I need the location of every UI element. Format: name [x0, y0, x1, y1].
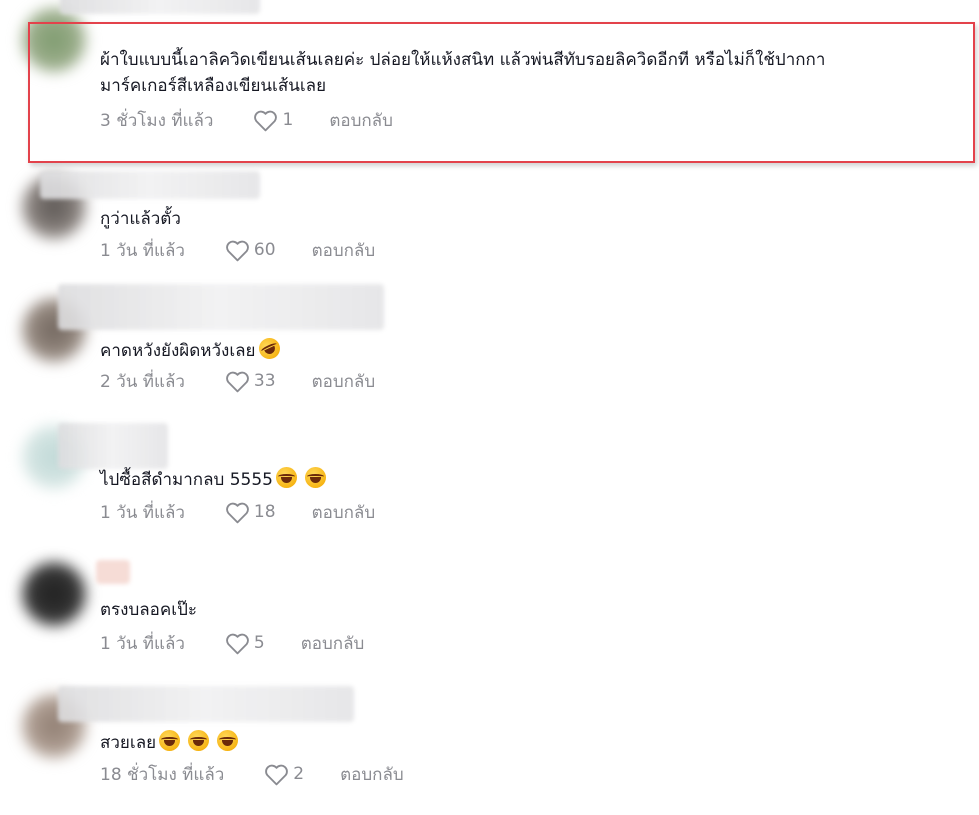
reply-button[interactable]: ตอบกลับ — [312, 368, 376, 395]
comment-meta: 2 วัน ที่แล้ว 33 ตอบกลับ — [100, 368, 375, 394]
like-count: 18 — [253, 502, 276, 522]
comment-text: กูว่าแล้วตั้ว — [100, 209, 181, 229]
comment-text: ตรงบลอคเป๊ะ — [100, 600, 197, 620]
comment-text-content: ไปซื้อสีดำมากลบ 5555 — [100, 470, 273, 490]
comment-meta: 1 วัน ที่แล้ว 5 ตอบกลับ — [100, 630, 364, 656]
username-redacted — [40, 171, 260, 199]
comment-meta: 1 วัน ที่แล้ว 60 ตอบกลับ — [100, 237, 375, 263]
username-redacted — [58, 686, 354, 722]
comment-text: คาดหวังยังผิดหวังเลย — [100, 334, 970, 364]
tears-of-joy-emoji — [304, 467, 326, 488]
username-redacted — [96, 560, 130, 584]
like-button[interactable]: 33 — [225, 370, 276, 393]
heart-icon — [226, 371, 249, 392]
timestamp: 1 วัน ที่แล้ว — [100, 502, 185, 523]
tears-of-joy-emoji — [159, 730, 181, 751]
comment-text-content: คาดหวังยังผิดหวังเลย — [100, 341, 256, 361]
comment-meta: 3 ชั่วโมง ที่แล้ว 1 ตอบกลับ — [100, 107, 393, 133]
reply-button[interactable]: ตอบกลับ — [329, 107, 393, 134]
comment-meta: 1 วัน ที่แล้ว 18 ตอบกลับ — [100, 499, 375, 525]
heart-icon — [226, 502, 249, 523]
comment-item: คาดหวังยังผิดหวังเลย 2 วัน ที่แล้ว 33 ตอ… — [0, 280, 979, 410]
like-count: 33 — [253, 371, 276, 391]
timestamp: 1 วัน ที่แล้ว — [100, 240, 185, 261]
comment-item: ตรงบลอคเป๊ะ 1 วัน ที่แล้ว 5 ตอบกลับ — [0, 550, 979, 680]
heart-icon — [226, 633, 249, 654]
like-button[interactable]: 1 — [253, 109, 293, 132]
username-redacted — [58, 423, 168, 469]
like-button[interactable]: 5 — [225, 632, 265, 655]
avatar[interactable] — [22, 8, 86, 72]
heart-icon — [265, 764, 289, 785]
comment-text-content: สวยเลย — [100, 733, 157, 753]
comment-text: ไปซื้อสีดำมากลบ 5555 — [100, 467, 970, 493]
reply-button[interactable]: ตอบกลับ — [340, 761, 404, 788]
avatar[interactable] — [22, 562, 86, 626]
timestamp: 1 วัน ที่แล้ว — [100, 633, 185, 654]
comment-meta: 18 ชั่วโมง ที่แล้ว 2 ตอบกลับ — [100, 761, 404, 787]
reply-button[interactable]: ตอบกลับ — [312, 499, 376, 526]
like-button[interactable]: 2 — [264, 763, 304, 786]
comment-item: ผ้าใบแบบนี้เอาลิควิดเขียนเส้นเลยค่ะ ปล่อ… — [0, 0, 979, 165]
heart-icon — [226, 240, 249, 261]
comment-item: สวยเลย 18 ชั่วโมง ที่แล้ว 2 ตอบกลับ — [0, 680, 979, 815]
like-count: 5 — [253, 633, 265, 653]
like-button[interactable]: 18 — [225, 501, 276, 524]
like-count: 60 — [253, 240, 276, 260]
reply-button[interactable]: ตอบกลับ — [301, 630, 365, 657]
rolling-on-floor-laughing-emoji — [255, 334, 283, 363]
timestamp: 3 ชั่วโมง ที่แล้ว — [100, 110, 214, 131]
comment-text-line: ผ้าใบแบบนี้เอาลิควิดเขียนเส้นเลยค่ะ ปล่อ… — [100, 50, 826, 70]
username-redacted — [58, 284, 384, 330]
comment-text: ผ้าใบแบบนี้เอาลิควิดเขียนเส้นเลยค่ะ ปล่อ… — [100, 47, 970, 99]
timestamp: 2 วัน ที่แล้ว — [100, 371, 185, 392]
comment-text: สวยเลย — [100, 730, 970, 756]
like-button[interactable]: 60 — [225, 239, 276, 262]
username-redacted — [60, 0, 260, 14]
comment-item: ไปซื้อสีดำมากลบ 5555 1 วัน ที่แล้ว 18 ตอ… — [0, 415, 979, 545]
like-count: 2 — [293, 764, 305, 784]
tears-of-joy-emoji — [188, 730, 210, 751]
like-count: 1 — [282, 110, 294, 130]
tears-of-joy-emoji — [275, 467, 297, 488]
tears-of-joy-emoji — [217, 730, 239, 751]
heart-icon — [254, 110, 278, 131]
timestamp: 18 ชั่วโมง ที่แล้ว — [100, 764, 225, 785]
reply-button[interactable]: ตอบกลับ — [312, 237, 376, 264]
comment-text-line: มาร์คเกอร์สีเหลืองเขียนเส้นเลย — [100, 76, 327, 96]
comment-item: กูว่าแล้วตั้ว 1 วัน ที่แล้ว 60 ตอบกลับ — [0, 165, 979, 295]
